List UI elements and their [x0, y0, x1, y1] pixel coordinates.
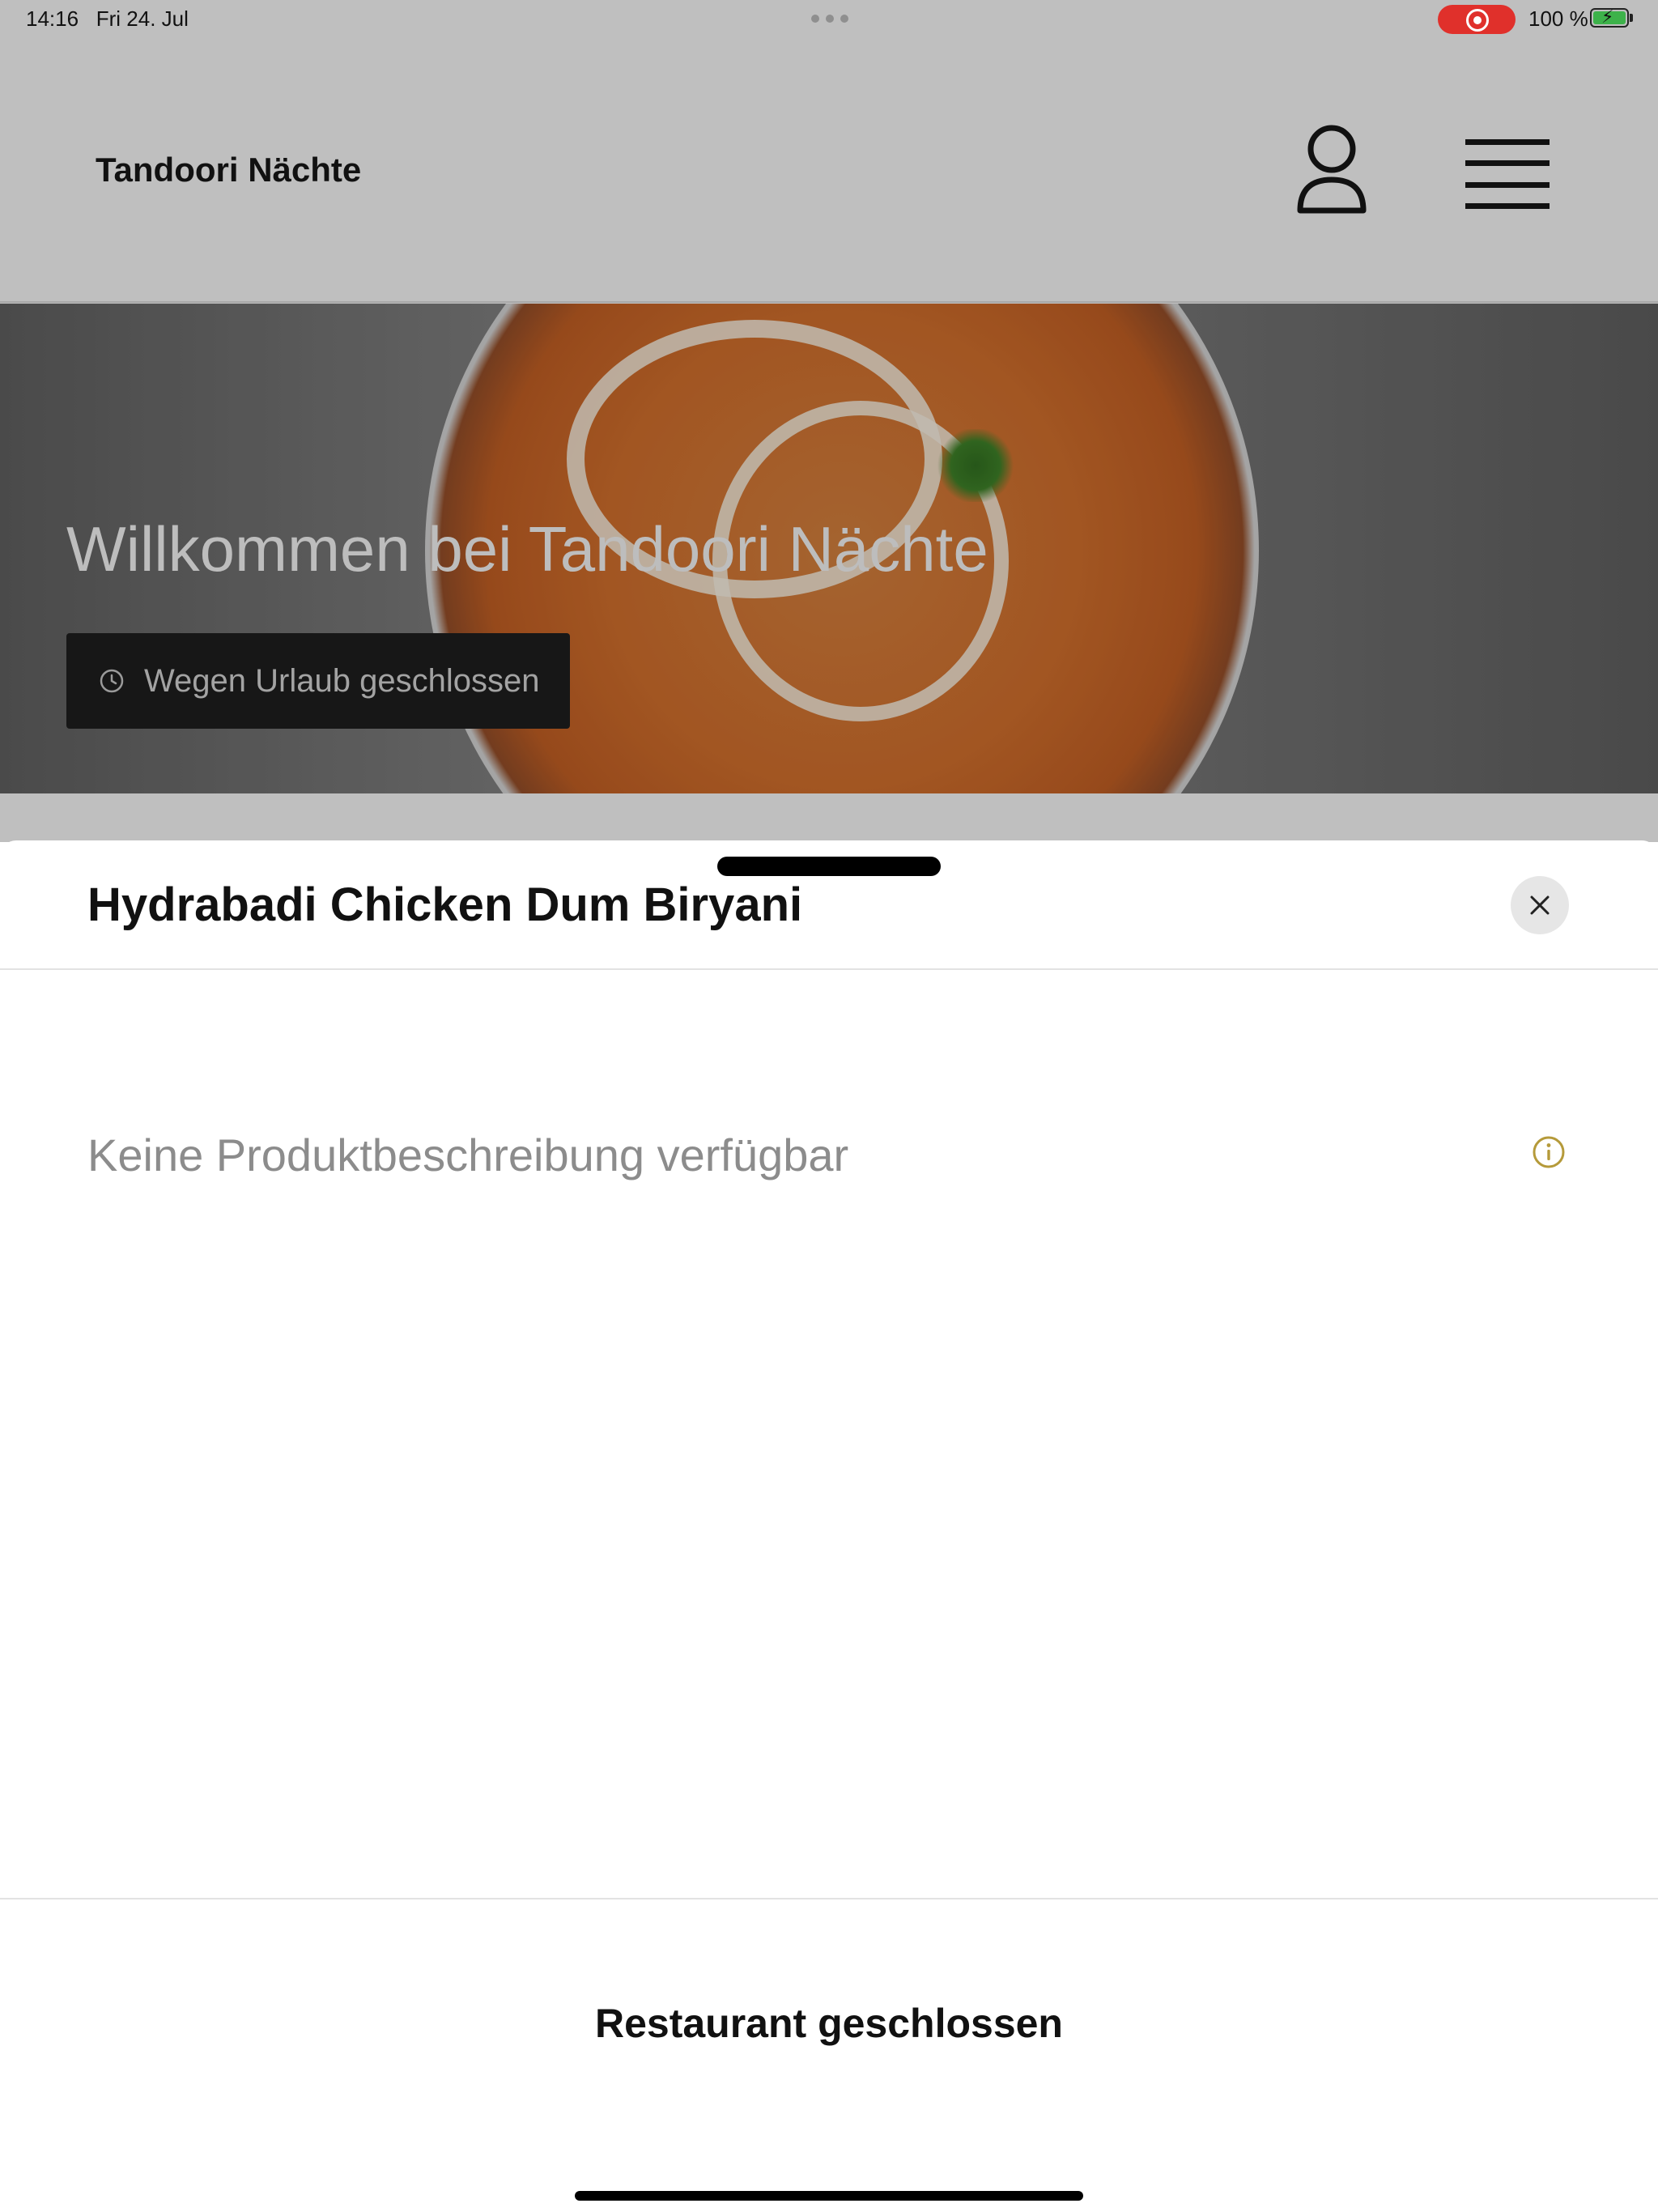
battery-icon: ⚡ [1590, 7, 1629, 28]
hero-title: Willkommen bei Tandoori Nächte [66, 513, 988, 585]
page-content-strip [0, 793, 1658, 842]
status-bar: 14:16 Fri 24. Jul 100 % ⚡ [0, 0, 1658, 39]
restaurant-closed-status: Restaurant geschlossen [595, 2001, 1063, 2046]
sheet-grabber-handle[interactable] [717, 857, 941, 876]
product-title: Hydrabadi Chicken Dum Biryani [87, 878, 803, 931]
top-navigation: Tandoori Nächte [0, 39, 1658, 303]
brand-name[interactable]: Tandoori Nächte [96, 151, 361, 189]
sheet-header: Hydrabadi Chicken Dum Biryani [0, 840, 1658, 970]
screen-recording-indicator[interactable] [1438, 5, 1516, 34]
home-indicator[interactable] [575, 2191, 1083, 2201]
closed-status-badge: Wegen Urlaub geschlossen [66, 633, 570, 729]
record-icon [1466, 9, 1489, 32]
clock-icon [100, 669, 124, 693]
battery-percentage: 100 % [1528, 6, 1588, 31]
product-detail-sheet: Hydrabadi Chicken Dum Biryani Keine Prod… [0, 840, 1658, 2212]
info-icon[interactable] [1532, 1135, 1566, 1169]
close-button[interactable] [1511, 876, 1569, 934]
battery-nub [1630, 14, 1633, 22]
person-icon[interactable] [1294, 123, 1370, 217]
close-icon [1530, 895, 1550, 915]
sheet-footer: Restaurant geschlossen [0, 1898, 1658, 2212]
closed-status-label: Wegen Urlaub geschlossen [144, 662, 540, 699]
multitasking-dots-icon[interactable] [811, 15, 848, 23]
status-time-date: 14:16 Fri 24. Jul [26, 6, 189, 31]
hamburger-menu-icon[interactable] [1465, 136, 1550, 212]
product-description: Keine Produktbeschreibung verfügbar [87, 1129, 849, 1180]
hero-banner: Willkommen bei Tandoori Nächte Wegen Url… [0, 304, 1658, 793]
